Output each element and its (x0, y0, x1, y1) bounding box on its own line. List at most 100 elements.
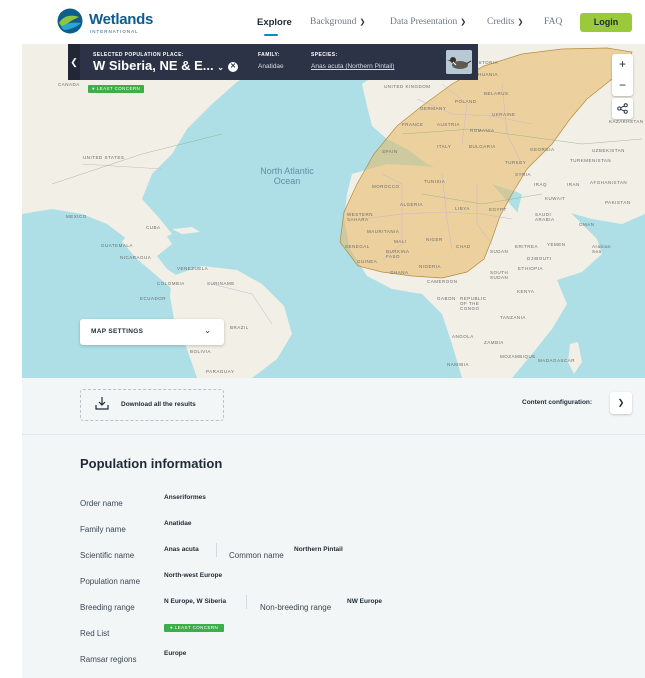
selected-place-dropdown[interactable]: W Siberia, NE & E... ⌄ (93, 58, 224, 73)
status-dot-icon: ● (170, 625, 174, 630)
row-ramsar-regions: Ramsar regions Europe (80, 649, 186, 664)
map-label-kazakhstan: KAZAKHSTAN (609, 119, 644, 124)
map-label-georgia: GEORGIA (530, 147, 555, 152)
map-label-angola: ANGOLA (452, 334, 474, 339)
map-label-ecuador: ECUADOR (140, 296, 167, 301)
map-label-zambia: ZAMBIA (484, 340, 504, 345)
wetlands-logo-icon (57, 8, 83, 34)
map-label-colombia: COLOMBIA (157, 281, 185, 286)
species-link[interactable]: Anas acuta (Northern Pintail) (311, 63, 394, 70)
map-label-pakistan: PAKISTAN (605, 200, 631, 205)
map-label-ghana: GHANA (390, 270, 409, 275)
chevron-down-icon: ❯ (517, 18, 524, 26)
map-label-niger: NIGER (426, 237, 443, 242)
nav-data-presentation-label: Data Presentation (390, 17, 458, 27)
population-name-value: North-west Europe (164, 572, 223, 579)
map-label-cuba: CUBA (146, 225, 161, 230)
non-breeding-range-pair: Non-breeding range NW Europe (260, 597, 382, 615)
field-separator (216, 543, 217, 557)
common-name-label: Common name (229, 551, 284, 560)
ramsar-regions-label: Ramsar regions (80, 655, 137, 664)
map-label-turkmenistan: TURKMENISTAN (570, 158, 612, 163)
family-caption: FAMILY: (258, 52, 280, 58)
logo-text: Wetlands (89, 11, 154, 28)
nav-active-indicator (264, 34, 278, 36)
chevron-down-icon: ❯ (359, 18, 366, 26)
logo-subtext: INTERNATIONAL (90, 29, 139, 34)
row-breeding-range: Breeding range N Europe, W Siberia Non-b… (80, 595, 480, 612)
share-icon (617, 103, 628, 114)
map-label-congo: REPUBLIC OF THE CONGO (460, 296, 487, 311)
wetlands-logo[interactable]: Wetlands INTERNATIONAL (57, 8, 167, 38)
nav-explore[interactable]: Explore (257, 17, 292, 28)
collapse-panel-button[interactable]: ❮ (68, 44, 80, 80)
map-label-syria: SYRIA (515, 172, 532, 177)
map-label-yemen: YEMEN (547, 242, 566, 247)
nav-data-presentation[interactable]: Data Presentation ❯ (390, 17, 466, 27)
map-label-morocco: MOROCCO (372, 184, 400, 189)
common-name-value: Northern Pintail (294, 546, 343, 553)
red-list-label: Red List (80, 629, 110, 638)
map-label-mali: MALI (394, 239, 407, 244)
download-icon (95, 397, 109, 410)
map-label-canada: CANADA (58, 82, 80, 87)
status-badge: ● LEAST CONCERN (88, 85, 145, 93)
breeding-range-label: Breeding range (80, 603, 135, 612)
zoom-out-button[interactable]: − (612, 75, 633, 96)
map-label-burkina-faso: BURKINA FASO (386, 249, 410, 259)
common-name-pair: Common name Northern Pintail (229, 545, 343, 563)
map-label-turkey: TURKEY (505, 160, 527, 165)
map-label-uzbekistan: UZBEKISTAN (592, 148, 625, 153)
clear-selection-icon[interactable]: ✕ (228, 62, 238, 72)
map-label-paraguay: PARAGUAY (206, 369, 235, 374)
chevron-down-icon: ⌄ (217, 63, 224, 72)
map-label-afghanistan: AFGHANISTAN (590, 180, 628, 185)
map-label-nigeria: NIGERIA (419, 264, 442, 269)
map-label-uk: UNITED KINGDOM (384, 84, 431, 89)
map-settings-dropdown[interactable]: MAP SETTINGS ⌄ (80, 319, 224, 345)
content-configuration-label: Content configuration: (522, 399, 593, 406)
species-thumbnail[interactable] (446, 50, 472, 74)
duck-icon (446, 50, 472, 74)
map-label-madagascar: MADAGASCAR (538, 358, 576, 363)
map-label-estonia: ESTONIA (475, 60, 499, 65)
row-scientific-name: Scientific name Anas acuta Common name N… (80, 543, 480, 560)
map-label-italy: ITALY (437, 144, 452, 149)
map-label-south-sudan: SOUTH SUDAN (490, 270, 509, 280)
content-configuration-dropdown[interactable]: ❯ (610, 392, 632, 414)
non-breeding-range-label: Non-breeding range (260, 603, 332, 612)
row-population-name: Population name North-west Europe (80, 571, 222, 586)
map-label-brazil: BRAZIL (230, 325, 249, 330)
species-caption: SPECIES: (311, 52, 338, 58)
status-dot-icon: ● (92, 86, 96, 91)
map-label-senegal: SENEGAL (345, 244, 370, 249)
map-label-gabon: GABON (437, 296, 456, 301)
selected-population-bar: ❮ SELECTED POPULATION PLACE: W Siberia, … (68, 44, 478, 80)
map-label-libya: LIBYA (455, 206, 470, 211)
red-list-value: LEAST CONCERN (174, 625, 219, 630)
status-badge-text: LEAST CONCERN (96, 86, 141, 91)
map-label-guinea: GUINEA (357, 259, 378, 264)
map-label-mauritania: MAURITANIA (367, 229, 400, 234)
download-results-button[interactable]: Download all the results (80, 389, 224, 421)
map-label-western-sahara: WESTERN SAHARA (347, 212, 373, 222)
nav-faq[interactable]: FAQ (544, 17, 562, 27)
share-button[interactable] (612, 98, 633, 119)
map-label-mozambique: MOZAMBIQUE (500, 354, 536, 359)
map-label-france: FRANCE (402, 122, 424, 127)
map-settings-label: MAP SETTINGS (91, 328, 144, 335)
map-label-mexico: MEXICO (66, 214, 87, 219)
map-label-oman: OMAN (579, 222, 595, 227)
nav-credits[interactable]: Credits ❯ (487, 17, 523, 27)
login-button[interactable]: Login (580, 13, 632, 32)
map-label-austria: AUSTRIA (437, 122, 461, 127)
nav-background[interactable]: Background ❯ (310, 17, 365, 27)
map-label-kuwait: KUWAIT (545, 196, 566, 201)
map-label-chad: CHAD (456, 244, 471, 249)
section-divider (22, 434, 645, 435)
row-red-list: Red List ● LEAST CONCERN (80, 623, 225, 638)
map-label-iraq: IRAQ (534, 182, 548, 187)
chevron-down-icon: ⌄ (204, 326, 211, 335)
map-label-poland: POLAND (455, 99, 477, 104)
zoom-in-button[interactable]: + (612, 54, 633, 75)
